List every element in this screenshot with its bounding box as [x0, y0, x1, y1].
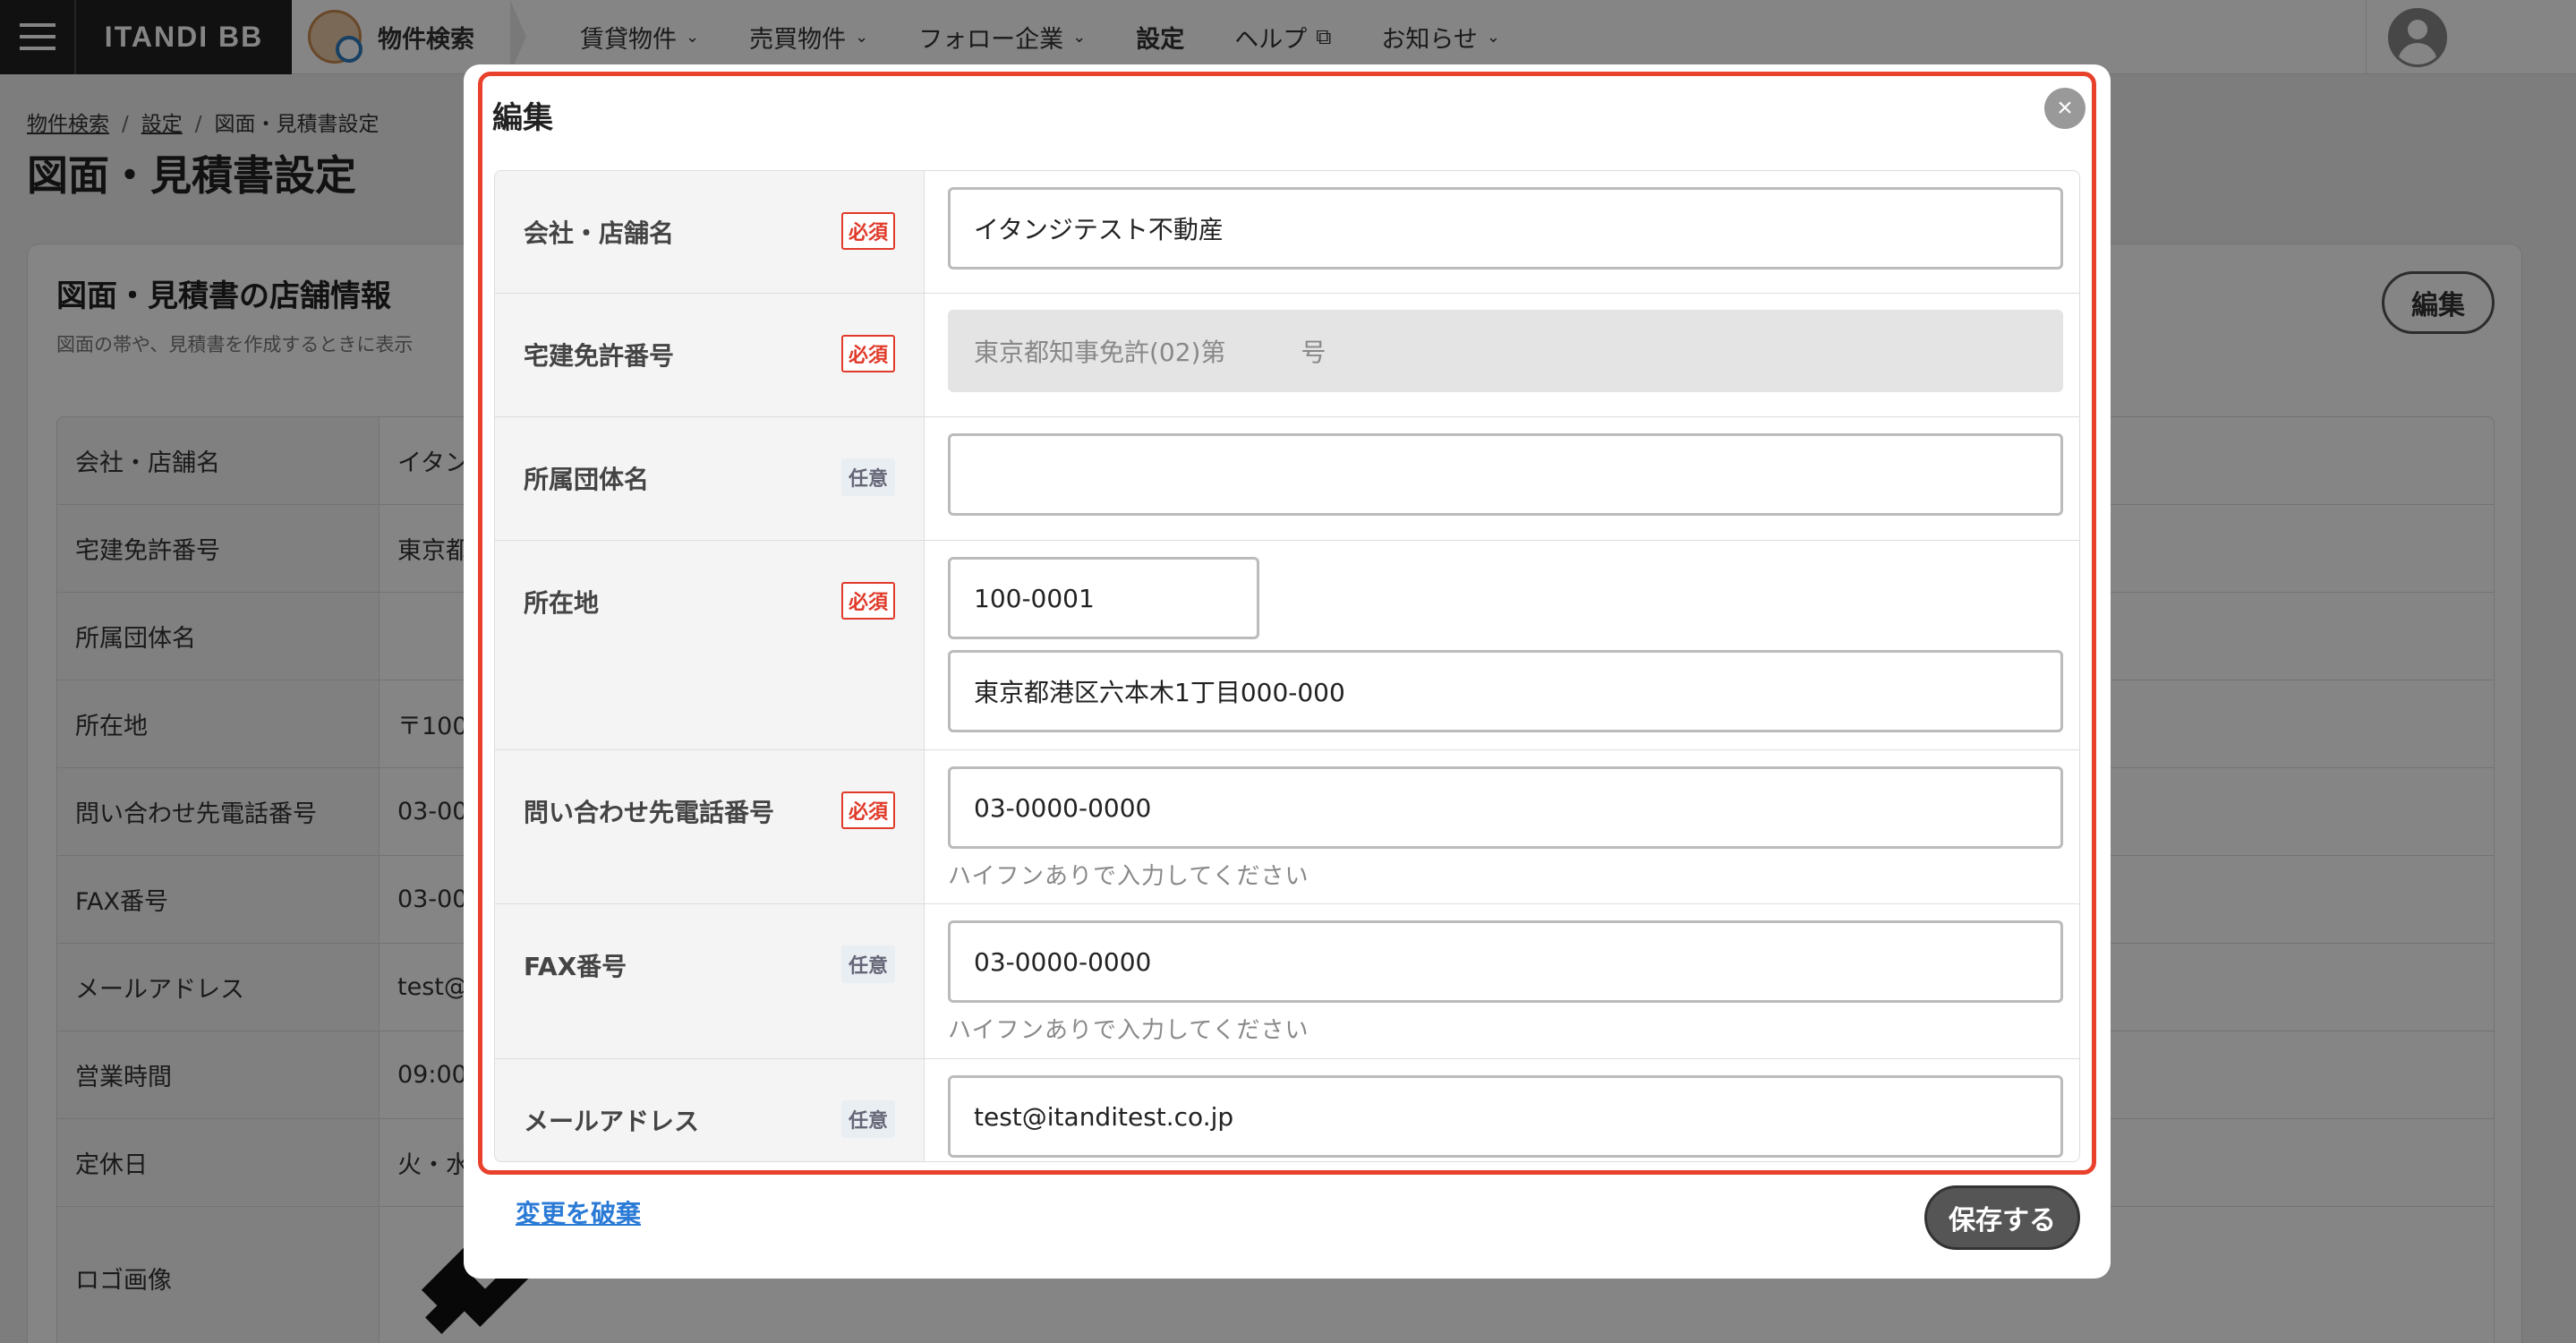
field-input-cell [925, 541, 2079, 749]
phone-number-input[interactable] [948, 766, 2063, 849]
required-badge: 必須 [840, 212, 895, 250]
form-row-license: 宅建免許番号 必須 [495, 294, 2079, 417]
address-input[interactable] [948, 650, 2063, 732]
license-number-input [948, 310, 2063, 392]
required-badge: 必須 [840, 335, 895, 372]
company-name-input[interactable] [948, 187, 2063, 269]
field-input-cell: ハイフンありで入力してください [925, 904, 2079, 1058]
optional-badge: 任意 [840, 458, 895, 496]
field-label-cell: メールアドレス 任意 [495, 1059, 925, 1161]
field-label-cell: 問い合わせ先電話番号 必須 [495, 750, 925, 903]
email-input[interactable] [948, 1075, 2063, 1158]
optional-badge: 任意 [840, 945, 895, 983]
optional-badge: 任意 [840, 1100, 895, 1138]
field-label: 宅建免許番号 [524, 341, 675, 371]
form-row-email: メールアドレス 任意 [495, 1059, 2079, 1161]
association-name-input[interactable] [948, 433, 2063, 516]
form-row-company: 会社・店舗名 必須 [495, 171, 2079, 294]
form-row-association: 所属団体名 任意 [495, 417, 2079, 541]
field-label-cell: 会社・店舗名 必須 [495, 171, 925, 293]
field-input-cell [925, 1059, 2079, 1161]
field-label: メールアドレス [524, 1107, 700, 1136]
edit-form: 会社・店舗名必須 宅建免許番号必須 所属団体名任意 所在地必須 問い合わせ先電話… [494, 170, 2080, 1162]
field-label: FAX番号 [524, 952, 627, 981]
field-label-cell: 所在地 必須 [495, 541, 925, 749]
form-row-phone: 問い合わせ先電話番号 必須 ハイフンありで入力してください [495, 750, 2079, 904]
field-label: 所属団体名 [524, 465, 650, 494]
field-label: 所在地 [524, 588, 600, 618]
required-badge: 必須 [840, 582, 895, 620]
phone-hint: ハイフンありで入力してください [948, 863, 1309, 890]
save-button[interactable]: 保存する [1924, 1185, 2080, 1250]
field-input-cell [925, 417, 2079, 540]
edit-modal: 編集 × 会社・店舗名必須 宅建免許番号必須 所属団体名任意 所在地必須 問い合… [464, 64, 2111, 1279]
field-label: 会社・店舗名 [524, 218, 675, 248]
form-row-fax: FAX番号 任意 ハイフンありで入力してください [495, 904, 2079, 1059]
field-input-cell: ハイフンありで入力してください [925, 750, 2079, 903]
field-input-cell [925, 294, 2079, 416]
close-icon[interactable]: × [2044, 88, 2086, 129]
modal-title: 編集 [492, 100, 553, 136]
form-row-address: 所在地 必須 [495, 541, 2079, 750]
field-label-cell: FAX番号 任意 [495, 904, 925, 1058]
field-label: 問い合わせ先電話番号 [524, 798, 775, 827]
required-badge: 必須 [840, 791, 895, 829]
fax-hint: ハイフンありで入力してください [948, 1017, 1309, 1044]
field-label-cell: 所属団体名 任意 [495, 417, 925, 540]
discard-changes-link[interactable]: 変更を破棄 [516, 1194, 641, 1230]
fax-number-input[interactable] [948, 920, 2063, 1003]
postal-code-input[interactable] [948, 557, 1259, 639]
field-label-cell: 宅建免許番号 必須 [495, 294, 925, 416]
field-input-cell [925, 171, 2079, 293]
